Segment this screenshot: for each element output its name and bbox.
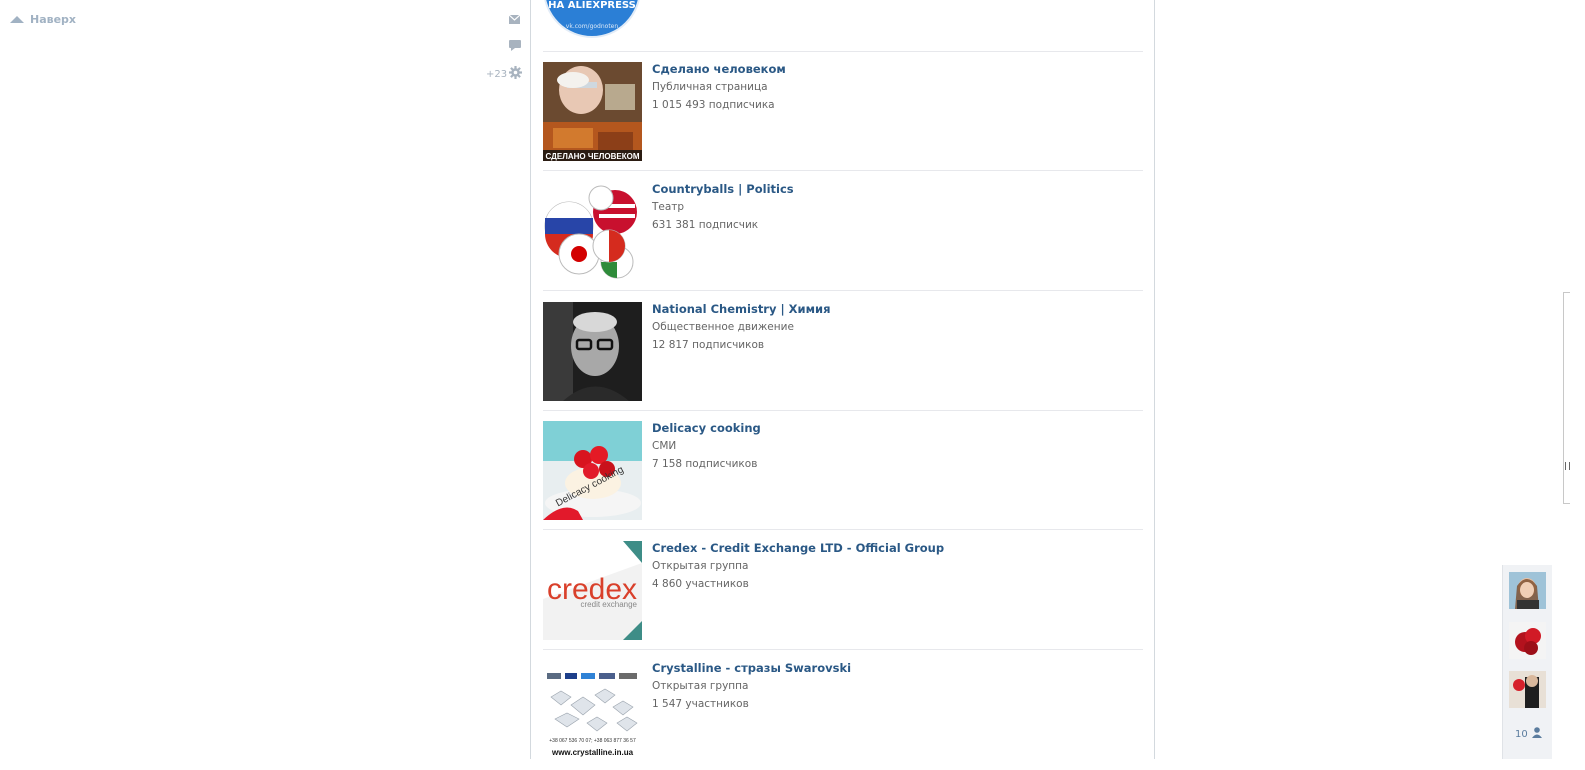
- friends-online-count[interactable]: 10: [1515, 727, 1542, 741]
- group-name-link[interactable]: Delicacy cooking: [652, 421, 761, 435]
- group-type: Театр: [652, 201, 685, 213]
- group-type: Публичная страница: [652, 81, 768, 93]
- gear-icon: [509, 66, 523, 82]
- notifications-button[interactable]: +23: [486, 66, 523, 82]
- group-type: СМИ: [652, 440, 677, 452]
- thumb-phones: +38 067 536 70 07; +38 063 877 36 57: [549, 738, 636, 744]
- group-name-link[interactable]: Credex - Credit Exchange LTD - Official …: [652, 541, 944, 555]
- person-icon: [1531, 727, 1542, 741]
- group-list-item: СДЕЛАНО ЧЕЛОВЕКОМ Сделано человеком Публ…: [543, 52, 1143, 171]
- group-list-item: +38 067 536 70 07; +38 063 877 36 57 www…: [543, 651, 1143, 770]
- group-members-count: 7 158 подписчиков: [652, 458, 758, 470]
- group-list-item: credex credit exchange Credex - Credit E…: [543, 531, 1143, 650]
- group-members-count: 1 547 участников: [652, 698, 749, 710]
- arrow-up-icon: [10, 15, 24, 23]
- group-list-item: National Chemistry | Химия Общественное …: [543, 292, 1143, 411]
- group-avatar-crystalline[interactable]: +38 067 536 70 07; +38 063 877 36 57 www…: [543, 661, 642, 760]
- friend-avatar[interactable]: [1509, 622, 1546, 659]
- group-list-item: Delicacy cooking Delicacy cooking СМИ 7 …: [543, 411, 1143, 530]
- friends-online-bar: 10: [1502, 565, 1552, 759]
- group-members-count: 1 015 493 подписчика: [652, 99, 775, 111]
- group-name-link[interactable]: National Chemistry | Химия: [652, 302, 830, 316]
- scroll-to-top-label: Наверх: [30, 12, 77, 26]
- scrollbar-grip[interactable]: [1565, 462, 1570, 470]
- friend-avatar[interactable]: [1509, 671, 1546, 708]
- group-name-link[interactable]: Crystalline - стразы Swarovski: [652, 661, 851, 675]
- friends-count-label: 10: [1515, 728, 1528, 740]
- group-members-count: 631 381 подписчик: [652, 219, 759, 231]
- groups-list-column: НА ALIEXPRESS vk.com/godnoten СДЕЛАНО ЧЕ…: [530, 0, 1155, 760]
- group-name-link[interactable]: Countryballs | Politics: [652, 182, 794, 196]
- group-avatar-national-chemistry[interactable]: [543, 302, 642, 401]
- group-type: Открытая группа: [652, 680, 749, 692]
- page-scrollbar[interactable]: [1563, 292, 1570, 504]
- group-avatar-sdelano[interactable]: СДЕЛАНО ЧЕЛОВЕКОМ: [543, 62, 642, 161]
- chat-bubble-icon[interactable]: [509, 40, 521, 54]
- group-type: Открытая группа: [652, 560, 749, 572]
- aliexpress-promo-avatar[interactable]: НА ALIEXPRESS vk.com/godnoten: [543, 0, 641, 38]
- promo-url: vk.com/godnoten: [565, 23, 619, 30]
- group-avatar-countryballs[interactable]: [543, 182, 642, 281]
- friend-avatar[interactable]: [1509, 572, 1546, 609]
- notifications-count: +23: [486, 68, 508, 80]
- group-members-count: 4 860 участников: [652, 578, 749, 590]
- group-avatar-delicacy-cooking[interactable]: Delicacy cooking: [543, 421, 642, 520]
- thumb-subcaption: credit exchange: [581, 600, 638, 609]
- envelope-icon[interactable]: [508, 14, 521, 27]
- group-name-link[interactable]: Сделано человеком: [652, 62, 786, 76]
- promo-title: НА ALIEXPRESS: [548, 0, 636, 11]
- group-avatar-credex[interactable]: credex credit exchange: [543, 541, 642, 640]
- thumb-caption: СДЕЛАНО ЧЕЛОВЕКОМ: [546, 152, 640, 161]
- group-list-item: Countryballs | Politics Театр 631 381 по…: [543, 172, 1143, 291]
- thumb-caption: www.crystalline.in.ua: [551, 748, 634, 757]
- group-members-count: 12 817 подписчиков: [652, 339, 765, 351]
- group-type: Общественное движение: [652, 321, 794, 333]
- scroll-to-top-button[interactable]: Наверх: [10, 12, 76, 26]
